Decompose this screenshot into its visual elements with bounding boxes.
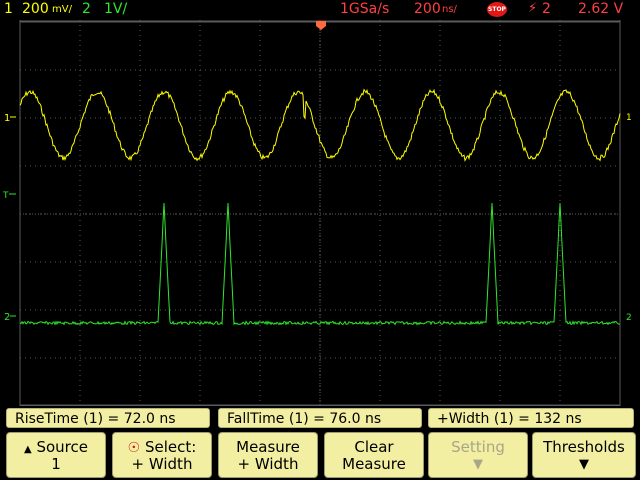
- ch1-scale: 200: [22, 1, 49, 17]
- thresholds-button[interactable]: Thresholds ▼: [532, 432, 636, 478]
- entry-knob-icon: ☉: [127, 440, 141, 456]
- trigger-source: 2: [542, 1, 551, 17]
- softkey-bar: ▲ Source 1 ☉ Select: + Width Measure + W…: [0, 430, 640, 480]
- ch1-right-marker: 1: [626, 113, 632, 123]
- measurement-bar: RiseTime (1) = 72.0 ns FallTime (1) = 76…: [0, 406, 640, 430]
- measurement-value: 132 ns: [534, 411, 582, 427]
- status-bar: 1 200 mV/ 2 1V/ 1GSa/s 200 ns/ STOP ⚡ 2 …: [0, 0, 640, 20]
- source-value: 1: [51, 455, 61, 473]
- measurement-channel: (1): [288, 411, 309, 427]
- waveform-display: 1 T 2 1 2: [0, 20, 640, 406]
- measurement-rise-time: RiseTime (1) = 72.0 ns: [6, 408, 210, 428]
- ch2-number: 2: [82, 1, 91, 17]
- measurement-value: 72.0 ns: [123, 411, 176, 427]
- measurement-channel: (1): [83, 411, 104, 427]
- down-arrow-icon: ▼: [473, 457, 483, 472]
- select-label: Select:: [145, 438, 197, 456]
- trigger-edge-icon: ⚡: [528, 1, 538, 16]
- timebase: 200: [414, 1, 441, 17]
- up-triangle-icon: ▲: [23, 444, 32, 455]
- clear-measure-button[interactable]: Clear Measure: [324, 432, 424, 478]
- source-label: Source: [36, 438, 88, 456]
- stop-indicator: STOP: [487, 2, 507, 17]
- setting-button[interactable]: Setting ▼: [428, 432, 528, 478]
- setting-label: Setting: [451, 438, 505, 456]
- measure-button[interactable]: Measure + Width: [218, 432, 318, 478]
- ch2-scale: 1V/: [104, 1, 128, 17]
- measurement-label: FallTime: [227, 411, 285, 427]
- ch2-right-marker: 2: [626, 313, 632, 323]
- measure-value: + Width: [237, 455, 299, 473]
- ch1-ground-marker: 1: [4, 113, 10, 124]
- source-button[interactable]: ▲ Source 1: [6, 432, 106, 478]
- trigger-level: 2.62 V: [578, 1, 624, 17]
- thresholds-label: Thresholds: [543, 438, 625, 456]
- clear-label-line2: Measure: [342, 455, 406, 473]
- select-button[interactable]: ☉ Select: + Width: [112, 432, 212, 478]
- timebase-unit: ns/: [442, 4, 457, 15]
- measurement-plus-width: +Width (1) = 132 ns: [428, 408, 634, 428]
- measurement-label: +Width: [437, 411, 490, 427]
- ch1-scale-unit: mV/: [52, 4, 72, 15]
- measure-label: Measure: [236, 438, 300, 456]
- clear-label: Clear: [354, 438, 394, 456]
- ch1-number: 1: [4, 1, 13, 17]
- sample-rate: 1GSa/s: [340, 1, 390, 17]
- measurement-value: 76.0 ns: [329, 411, 382, 427]
- measurement-channel: (1): [493, 411, 514, 427]
- ch2-ground-marker: 2: [4, 312, 10, 323]
- trigger-level-marker: T: [2, 191, 9, 201]
- down-arrow-icon: ▼: [579, 457, 589, 472]
- select-value: + Width: [131, 455, 193, 473]
- measurement-fall-time: FallTime (1) = 76.0 ns: [218, 408, 422, 428]
- measurement-label: RiseTime: [15, 411, 79, 427]
